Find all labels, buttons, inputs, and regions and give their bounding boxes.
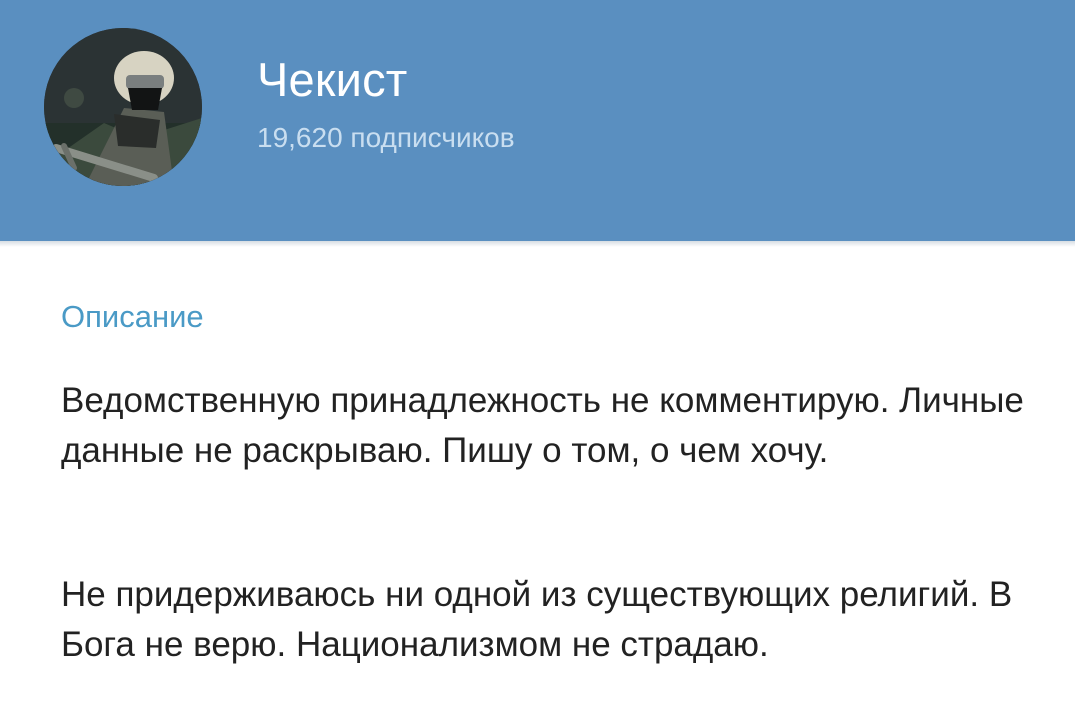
channel-header: Чекист 19,620 подписчиков	[0, 0, 1075, 241]
header-divider	[0, 241, 1075, 247]
description-paragraph: Ведомственную принадлежность не комменти…	[61, 381, 1024, 470]
description-title: Описание	[61, 299, 204, 334]
subscriber-count: 19,620 подписчиков	[257, 122, 515, 153]
channel-avatar[interactable]	[44, 28, 202, 186]
soldier-avatar-icon	[44, 28, 202, 186]
description-paragraph: Не придерживаюсь ни одной из существующи…	[61, 575, 1013, 664]
channel-name: Чекист	[257, 53, 408, 106]
